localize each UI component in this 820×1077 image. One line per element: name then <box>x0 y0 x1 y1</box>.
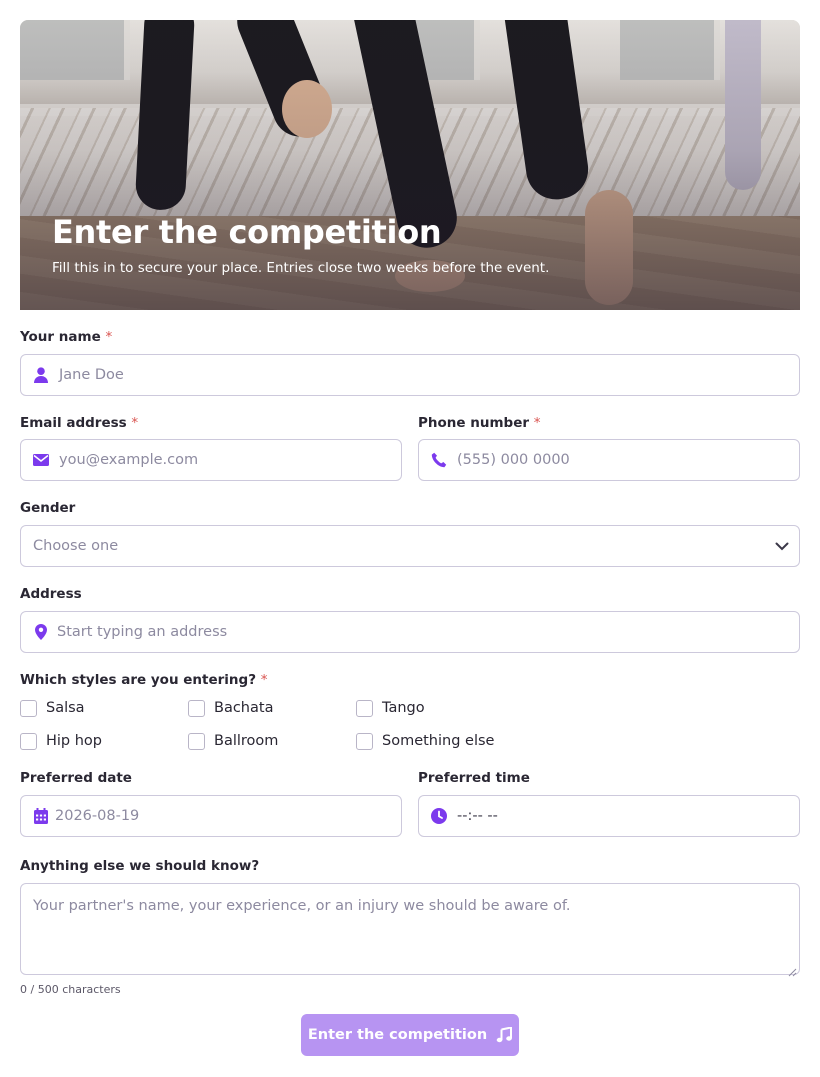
page-title: Enter the competition <box>52 213 442 251</box>
envelope-icon <box>33 452 49 468</box>
phone-placeholder: (555) 000 0000 <box>457 452 570 468</box>
submit-button-label: Enter the competition <box>307 1027 488 1043</box>
time-label: Preferred time <box>418 770 530 786</box>
required-mark: * <box>105 329 113 345</box>
required-mark: * <box>260 672 268 688</box>
checkbox-label: Bachata <box>214 700 274 716</box>
character-counter: 0 / 500 characters <box>20 983 121 996</box>
email-field[interactable]: you@example.com <box>20 439 402 481</box>
checkbox-label: Something else <box>382 733 495 749</box>
notes-label: Anything else we should know? <box>20 858 260 874</box>
address-label: Address <box>20 586 82 602</box>
notes-textarea[interactable]: Your partner's name, your experience, or… <box>20 883 800 977</box>
date-value: 2026-08-19 <box>55 808 140 824</box>
email-placeholder: you@example.com <box>59 452 199 468</box>
user-icon <box>33 367 49 383</box>
required-mark: * <box>131 415 139 431</box>
time-value: --:-- -- <box>457 808 498 824</box>
time-field[interactable]: --:-- -- <box>418 795 800 837</box>
style-checkbox-bachata[interactable]: Bachata <box>188 698 273 718</box>
date-field[interactable]: 2026-08-19 <box>20 795 402 837</box>
checkbox-label: Tango <box>382 700 425 716</box>
map-pin-icon <box>33 624 49 640</box>
chevron-down-icon <box>775 542 789 551</box>
name-placeholder: Jane Doe <box>59 367 124 383</box>
gender-label: Gender <box>20 500 76 516</box>
music-note-icon <box>496 1027 513 1043</box>
name-label-text: Your name <box>20 329 101 345</box>
gender-selected-value: Choose one <box>33 538 119 554</box>
phone-icon <box>431 452 447 468</box>
notes-placeholder: Your partner's name, your experience, or… <box>33 898 571 914</box>
checkbox-box[interactable] <box>188 732 205 750</box>
email-label-text: Email address <box>20 415 127 431</box>
checkbox-box[interactable] <box>20 732 37 750</box>
calendar-icon <box>33 808 49 824</box>
hero-banner: Enter the competition Fill this in to se… <box>20 20 800 310</box>
checkbox-label: Salsa <box>46 700 85 716</box>
style-checkbox-salsa[interactable]: Salsa <box>20 698 85 718</box>
checkbox-label: Ballroom <box>214 733 279 749</box>
checkbox-box[interactable] <box>356 699 373 717</box>
address-field[interactable]: Start typing an address <box>20 611 800 653</box>
checkbox-box[interactable] <box>356 732 373 750</box>
name-label: Your name * <box>20 329 112 345</box>
checkbox-box[interactable] <box>188 699 205 717</box>
phone-label-text: Phone number <box>418 415 530 431</box>
address-placeholder: Start typing an address <box>57 624 228 640</box>
required-mark: * <box>533 415 541 431</box>
resize-handle-icon[interactable] <box>787 962 797 977</box>
phone-field[interactable]: (555) 000 0000 <box>418 439 800 481</box>
checkbox-label: Hip hop <box>46 733 103 749</box>
style-checkbox-ballroom[interactable]: Ballroom <box>188 731 278 751</box>
email-label: Email address * <box>20 415 138 431</box>
page-subtitle: Fill this in to secure your place. Entri… <box>52 260 550 276</box>
submit-button[interactable]: Enter the competition <box>301 1014 519 1056</box>
styles-label: Which styles are you entering? * <box>20 672 267 688</box>
phone-label: Phone number * <box>418 415 540 431</box>
date-label: Preferred date <box>20 770 132 786</box>
style-checkbox-something-else[interactable]: Something else <box>356 731 494 751</box>
name-field[interactable]: Jane Doe <box>20 354 800 396</box>
style-checkbox-hip-hop[interactable]: Hip hop <box>20 731 102 751</box>
checkbox-box[interactable] <box>20 699 37 717</box>
clock-icon <box>431 808 447 824</box>
gender-select[interactable]: Choose one <box>20 525 800 567</box>
styles-label-text: Which styles are you entering? <box>20 672 257 688</box>
style-checkbox-tango[interactable]: Tango <box>356 698 425 718</box>
